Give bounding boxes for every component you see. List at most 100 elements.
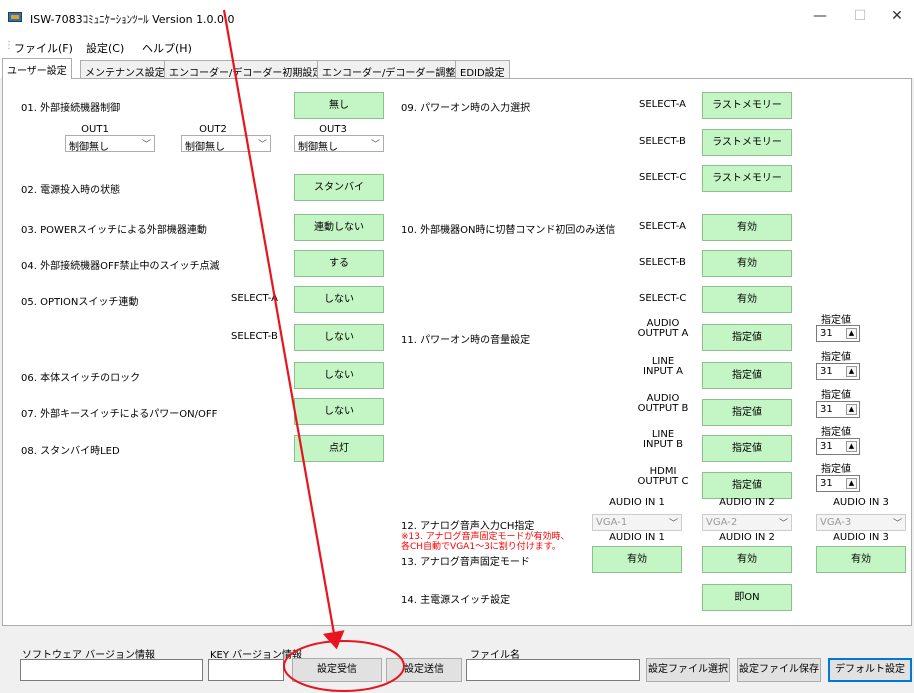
minimize-button[interactable]: — (805, 8, 835, 24)
tab-maintenance[interactable]: メンテナンス設定 (80, 60, 170, 79)
s11-value-4-text: 31 (820, 441, 833, 452)
s07-button[interactable]: しない (294, 398, 384, 425)
select-settings-file-button[interactable]: 設定ファイル選択 (646, 658, 730, 682)
spin-icon[interactable]: ▲ (846, 478, 857, 489)
receive-settings-button[interactable]: 設定受信 (292, 658, 382, 682)
s11-spec-label-5: 指定値 (821, 464, 851, 475)
s08-label: 08. スタンバイ時LED (21, 446, 120, 457)
menu-settings[interactable]: 設定(C) (86, 40, 124, 56)
spin-icon[interactable]: ▲ (846, 441, 857, 452)
s11-value-4[interactable]: 31 ▲ (816, 438, 860, 455)
menu-grip-icon: ⋮ (4, 40, 14, 51)
s06-button[interactable]: しない (294, 362, 384, 389)
s01-label: 01. 外部接続機器制御 (21, 103, 121, 114)
s03-button[interactable]: 連動しない (294, 214, 384, 241)
s13-head-2: AUDIO IN 2 (719, 532, 775, 543)
close-button[interactable]: ✕ (882, 8, 912, 24)
s13-button-3[interactable]: 有効 (816, 546, 906, 573)
s02-button[interactable]: スタンバイ (294, 174, 384, 201)
chevron-down-icon: ﹀ (668, 519, 678, 529)
s11-spec-label-1: 指定値 (821, 315, 851, 326)
out2-select[interactable]: 制御無し ﹀ (181, 135, 271, 153)
s04-label: 04. 外部接続機器OFF禁止中のスイッチ点滅 (21, 261, 220, 272)
menu-help[interactable]: ヘルプ(H) (142, 40, 192, 56)
s13-label: 13. アナログ音声固定モード (401, 557, 530, 568)
s11-row4-label: LINE INPUT B (631, 430, 695, 450)
s14-label: 14. 主電源スイッチ設定 (401, 595, 511, 606)
s12-head-3: AUDIO IN 3 (833, 497, 889, 508)
s10-button-c[interactable]: 有効 (702, 286, 792, 313)
chevron-down-icon: ﹀ (892, 519, 902, 529)
s11-button-4[interactable]: 指定値 (702, 435, 792, 462)
s05-button-b[interactable]: しない (294, 324, 384, 351)
s12-value-1: VGA-1 (596, 517, 628, 528)
s11-label: 11. パワーオン時の音量設定 (401, 335, 531, 346)
s12-select-1[interactable]: VGA-1 ﹀ (592, 514, 682, 531)
s11-spec-label-3: 指定値 (821, 390, 851, 401)
window-title: ISW-7083ｺﾐｭﾆｹｰｼｮﾝﾂｰﾙ Version 1.0.0.0 (30, 13, 235, 26)
save-settings-file-button[interactable]: 設定ファイル保存 (737, 658, 821, 682)
software-version-field[interactable] (20, 659, 203, 681)
out1-select[interactable]: 制御無し ﹀ (65, 135, 155, 153)
s13-button-2[interactable]: 有効 (702, 546, 792, 573)
chevron-down-icon: ﹀ (257, 140, 267, 150)
tab-encoder-init[interactable]: エンコーダー/デコーダー初期設定 (164, 60, 328, 79)
s12-select-3[interactable]: VGA-3 ﹀ (816, 514, 906, 531)
s11-value-3-text: 31 (820, 404, 833, 415)
s11-button-2[interactable]: 指定値 (702, 362, 792, 389)
s08-button[interactable]: 点灯 (294, 435, 384, 462)
menu-file[interactable]: ファイル(F) (14, 40, 73, 56)
out1-value: 制御無し (69, 142, 109, 153)
s05-label: 05. OPTIONスイッチ連動 (21, 297, 139, 308)
s05-select-a: SELECT-A (231, 293, 278, 304)
s14-button[interactable]: 即ON (702, 584, 792, 611)
s11-row2-label: LINE INPUT A (631, 357, 695, 377)
s06-label: 06. 本体スイッチのロック (21, 373, 141, 384)
tab-edid[interactable]: EDID設定 (455, 60, 510, 79)
s10-button-a[interactable]: 有効 (702, 214, 792, 241)
send-settings-button[interactable]: 設定送信 (386, 658, 462, 682)
s10-select-a: SELECT-A (639, 221, 686, 232)
s12-select-2[interactable]: VGA-2 ﹀ (702, 514, 792, 531)
s13-button-1[interactable]: 有効 (592, 546, 682, 573)
out3-select[interactable]: 制御無し ﹀ (294, 135, 384, 153)
maximize-button[interactable]: ☐ (845, 8, 875, 24)
file-name-field[interactable] (466, 659, 640, 681)
tab-bar: ユーザー設定 メンテナンス設定 エンコーダー/デコーダー初期設定 エンコーダー/… (0, 58, 914, 79)
s10-select-c: SELECT-C (639, 293, 687, 304)
s10-button-b[interactable]: 有効 (702, 250, 792, 277)
out2-value: 制御無し (185, 142, 225, 153)
s05-button-a[interactable]: しない (294, 286, 384, 313)
s11-button-1[interactable]: 指定値 (702, 324, 792, 351)
s11-value-1[interactable]: 31 ▲ (816, 325, 860, 342)
s02-label: 02. 電源投入時の状態 (21, 185, 121, 196)
s11-button-5[interactable]: 指定値 (702, 472, 792, 499)
out3-label: OUT3 (319, 124, 347, 135)
s12-value-2: VGA-2 (706, 517, 738, 528)
tab-encoder-adjust[interactable]: エンコーダー/デコーダー調整 (317, 60, 461, 79)
s11-button-3[interactable]: 指定値 (702, 399, 792, 426)
s01-button[interactable]: 無し (294, 92, 384, 119)
s12-value-3: VGA-3 (820, 517, 852, 528)
user-settings-panel: 01. 外部接続機器制御 無し OUT1 制御無し ﹀ OUT2 制御無し ﹀ OU… (2, 78, 912, 626)
s11-value-3[interactable]: 31 ▲ (816, 401, 860, 418)
s13-head-1: AUDIO IN 1 (609, 532, 665, 543)
s11-row4-line2: INPUT B (643, 439, 683, 450)
s11-value-5[interactable]: 31 ▲ (816, 475, 860, 492)
s11-value-2[interactable]: 31 ▲ (816, 363, 860, 380)
key-version-field[interactable] (208, 659, 284, 681)
spin-icon[interactable]: ▲ (846, 366, 857, 377)
s09-button-c[interactable]: ラストメモリー (702, 165, 792, 192)
s09-select-c: SELECT-C (639, 172, 687, 183)
s09-button-a[interactable]: ラストメモリー (702, 92, 792, 119)
s04-button[interactable]: する (294, 250, 384, 277)
spin-icon[interactable]: ▲ (846, 404, 857, 415)
default-settings-button[interactable]: デフォルト設定 (828, 658, 912, 682)
s03-label: 03. POWERスイッチによる外部機器連動 (21, 225, 207, 236)
s11-spec-label-2: 指定値 (821, 352, 851, 363)
chevron-down-icon: ﹀ (141, 140, 151, 150)
title-bar: ISW-7083ｺﾐｭﾆｹｰｼｮﾝﾂｰﾙ Version 1.0.0.0 — ☐… (0, 0, 914, 36)
s09-button-b[interactable]: ラストメモリー (702, 129, 792, 156)
spin-icon[interactable]: ▲ (846, 328, 857, 339)
tab-user-settings[interactable]: ユーザー設定 (2, 58, 72, 79)
